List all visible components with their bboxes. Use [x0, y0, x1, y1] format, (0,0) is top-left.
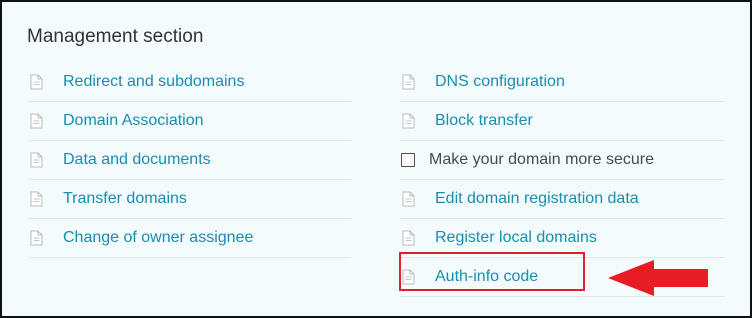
checkbox-label: Make your domain more secure [429, 151, 654, 168]
link-label: Block transfer [435, 112, 533, 129]
link-dns-configuration[interactable]: DNS configuration [400, 63, 725, 102]
left-arrow-icon [608, 260, 708, 296]
document-icon [30, 230, 43, 246]
link-transfer-domains[interactable]: Transfer domains [28, 180, 351, 219]
link-label: Transfer domains [63, 190, 187, 207]
link-data-and-documents[interactable]: Data and documents [28, 141, 351, 180]
secure-domain-option[interactable]: Make your domain more secure [400, 141, 725, 180]
document-icon [402, 113, 415, 129]
section-title: Management section [27, 26, 204, 47]
left-link-list: Redirect and subdomains Domain Associati… [28, 63, 351, 258]
document-icon [402, 230, 415, 246]
link-label: Data and documents [63, 151, 211, 168]
link-block-transfer[interactable]: Block transfer [400, 102, 725, 141]
link-label: Change of owner assignee [63, 229, 254, 246]
link-label: DNS configuration [435, 73, 565, 90]
link-redirect-and-subdomains[interactable]: Redirect and subdomains [28, 63, 351, 102]
document-icon [402, 74, 415, 90]
document-icon [30, 74, 43, 90]
link-edit-domain-registration-data[interactable]: Edit domain registration data [400, 180, 725, 219]
link-label: Domain Association [63, 112, 204, 129]
link-change-of-owner-assignee[interactable]: Change of owner assignee [28, 219, 351, 258]
document-icon [402, 191, 415, 207]
document-icon [30, 191, 43, 207]
document-icon [30, 113, 43, 129]
secure-domain-checkbox[interactable] [401, 153, 415, 167]
document-icon [30, 152, 43, 168]
link-register-local-domains[interactable]: Register local domains [400, 219, 725, 258]
link-label: Register local domains [435, 229, 597, 246]
link-label: Redirect and subdomains [63, 73, 245, 90]
link-domain-association[interactable]: Domain Association [28, 102, 351, 141]
link-label: Edit domain registration data [435, 190, 639, 207]
document-icon [402, 269, 415, 285]
link-label: Auth-info code [435, 268, 539, 285]
